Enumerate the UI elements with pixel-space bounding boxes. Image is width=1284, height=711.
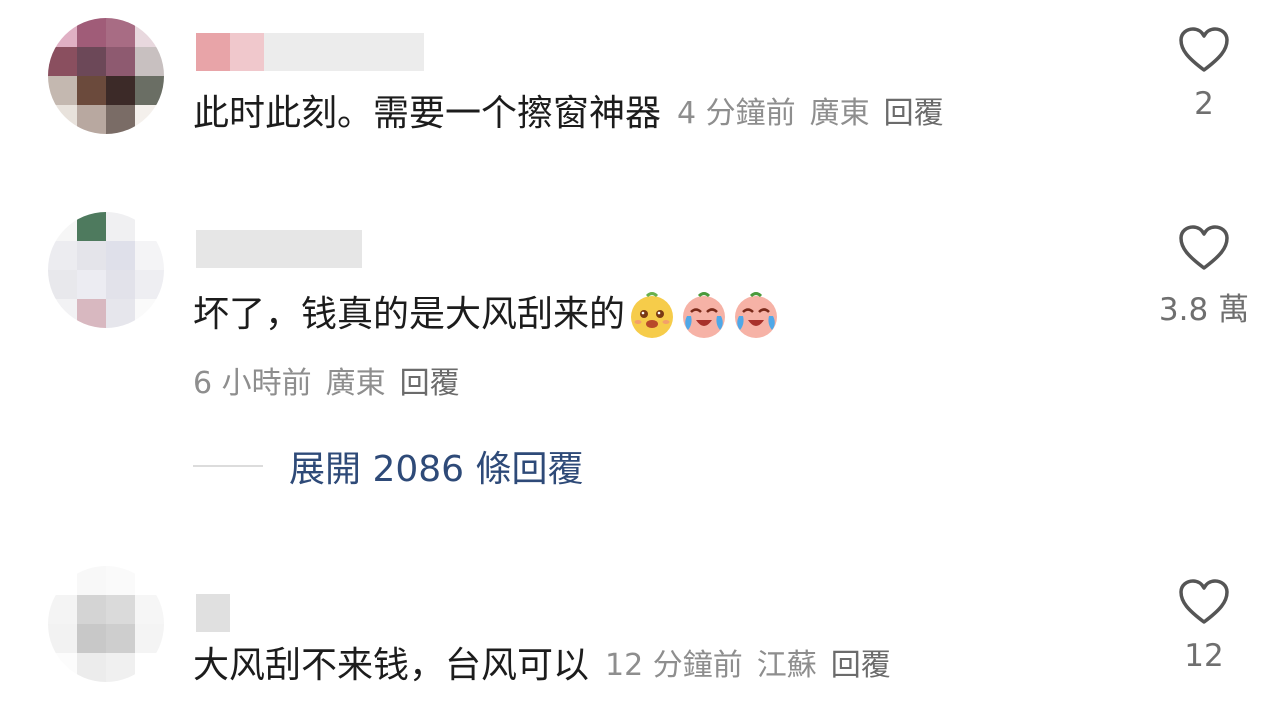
username-blurred[interactable] — [196, 594, 230, 632]
comment-meta: 12 分鐘前 江蘇 回覆 — [605, 644, 905, 688]
reply-button[interactable]: 回覆 — [831, 648, 891, 683]
heart-icon[interactable] — [1178, 26, 1230, 74]
divider — [193, 465, 263, 467]
expand-replies-label[interactable]: 展開 2086 條回覆 — [289, 440, 584, 492]
expand-replies[interactable]: 展開 2086 條回覆 — [193, 440, 584, 492]
comment-meta: 4 分鐘前 廣東 回覆 — [677, 92, 958, 136]
avatar[interactable] — [48, 18, 164, 134]
comment-text: 大风刮不来钱，台风可以 — [193, 645, 590, 686]
comment-time: 6 小時前 — [193, 366, 312, 401]
crying-laugh-emoji — [683, 292, 726, 338]
like-control[interactable]: 3.8 萬 — [1154, 224, 1254, 329]
comment-body: 大风刮不来钱，台风可以 12 分鐘前 江蘇 回覆 — [193, 644, 905, 688]
comment-location: 江蘇 — [756, 648, 817, 683]
username-blurred[interactable] — [196, 33, 424, 71]
comment-body: 坏了，钱真的是大风刮来的 — [193, 290, 781, 340]
reply-button[interactable]: 回覆 — [400, 366, 460, 401]
comment-body: 此时此刻。需要一个擦窗神器 4 分鐘前 廣東 回覆 — [193, 92, 958, 136]
comment-location: 廣東 — [809, 96, 870, 131]
comment-text: 坏了，钱真的是大风刮来的 — [193, 294, 626, 335]
like-control[interactable]: 12 — [1154, 578, 1254, 674]
heart-icon[interactable] — [1178, 578, 1230, 626]
like-control[interactable]: 2 — [1154, 26, 1254, 122]
crying-laugh-emoji — [735, 292, 778, 338]
like-count: 2 — [1194, 86, 1214, 122]
avatar[interactable] — [48, 566, 164, 682]
heart-icon[interactable] — [1178, 224, 1230, 272]
comment-meta: 6 小時前 廣東 回覆 — [193, 358, 474, 402]
comment-time: 4 分鐘前 — [677, 96, 796, 131]
happy-face-emoji — [631, 292, 674, 338]
like-count: 12 — [1184, 638, 1224, 674]
like-count: 3.8 萬 — [1158, 292, 1250, 328]
avatar[interactable] — [48, 212, 164, 328]
comment-time: 12 分鐘前 — [605, 648, 743, 683]
reply-button[interactable]: 回覆 — [884, 96, 944, 131]
comment-text: 此时此刻。需要一个擦窗神器 — [193, 93, 662, 134]
comment-location: 廣東 — [325, 366, 386, 401]
username-blurred[interactable] — [196, 230, 362, 268]
